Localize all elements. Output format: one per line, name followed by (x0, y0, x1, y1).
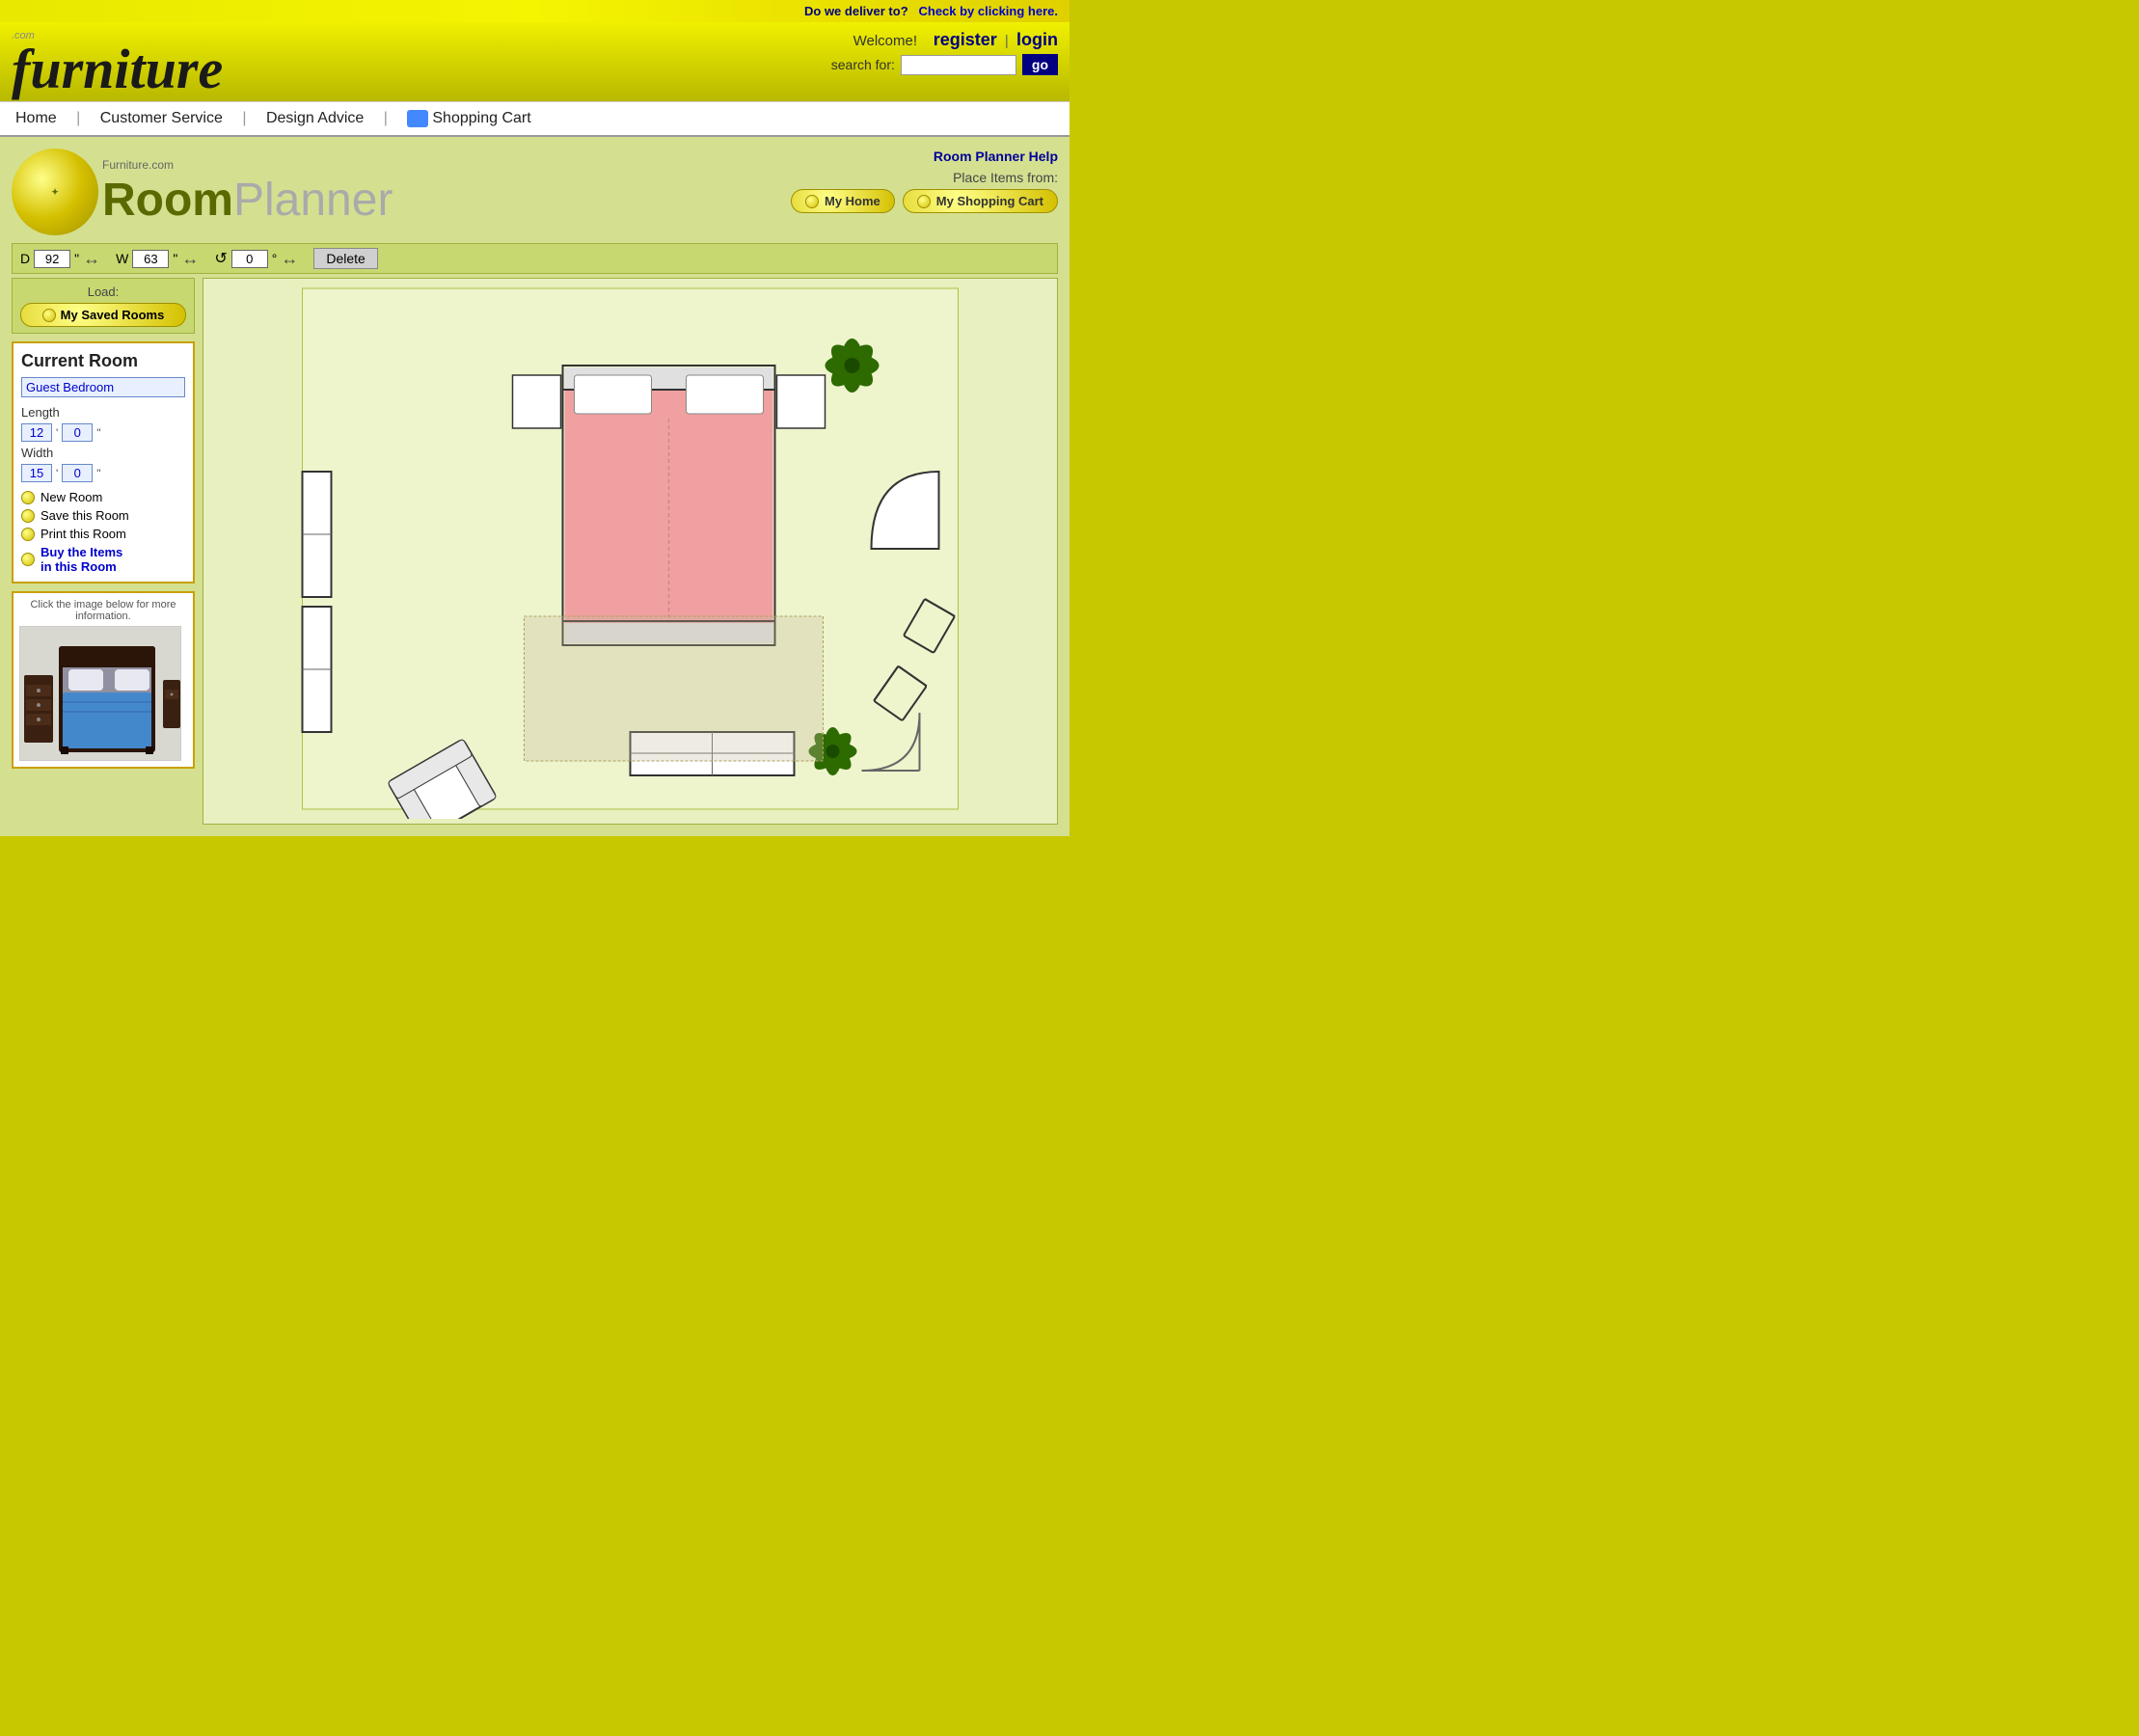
my-saved-rooms-button[interactable]: My Saved Rooms (20, 303, 186, 327)
nav-customer-service[interactable]: Customer Service (85, 110, 238, 127)
place-items-buttons: My Home My Shopping Cart (791, 189, 1058, 213)
product-box[interactable]: Click the image below for more informati… (12, 591, 195, 769)
rotate-icon: ↺ (214, 249, 227, 268)
w-arrow-icon: ↔ (181, 249, 199, 269)
width-in-unit: " (96, 467, 100, 480)
current-room-title: Current Room (21, 351, 185, 371)
search-label: search for: (831, 57, 895, 72)
register-link[interactable]: register (934, 30, 997, 49)
nav-shopping-cart[interactable]: Shopping Cart (392, 110, 546, 127)
dimension-w-group: W " ↔ (116, 249, 199, 269)
room-actions: New Room Save this Room Print this Room … (21, 490, 185, 574)
print-room-item[interactable]: Print this Room (21, 527, 185, 541)
width-in-input[interactable] (62, 464, 93, 482)
length-inputs: ' " (21, 423, 185, 442)
header: .com furniture Welcome! register | login… (0, 22, 1070, 101)
planner-room-title: Room (102, 174, 233, 227)
welcome-text: Welcome! (853, 33, 917, 49)
w-label: W (116, 251, 128, 266)
go-button[interactable]: go (1022, 54, 1058, 75)
planner-logo-circle: ✦ (12, 149, 98, 235)
save-room-dot (21, 509, 35, 523)
d-unit: " (74, 251, 79, 266)
w-unit: " (173, 251, 177, 266)
d-arrow-icon: ↔ (83, 249, 100, 269)
delivery-question: Do we deliver to? (804, 4, 908, 18)
shopping-cart-icon (407, 110, 428, 127)
header-right: Welcome! register | login search for: go (831, 30, 1058, 75)
bed-svg (20, 627, 181, 761)
dimension-d-group: D " ↔ (20, 249, 100, 269)
length-label: Length (21, 405, 64, 420)
length-in-unit: " (96, 426, 100, 440)
d-input[interactable] (34, 250, 70, 268)
room-floor-plan[interactable] (203, 279, 1057, 819)
saved-rooms-dot (42, 309, 56, 322)
my-cart-dot (917, 195, 931, 208)
header-auth: Welcome! register | login (831, 30, 1058, 50)
width-label: Width (21, 446, 64, 460)
planner-planner-title: Planner (233, 174, 393, 227)
planner-header: ✦ Furniture.com Room Planner Room Planne… (12, 149, 1058, 235)
my-home-button[interactable]: My Home (791, 189, 895, 213)
width-inputs: ' " (21, 464, 185, 482)
search-input[interactable] (901, 55, 1016, 75)
room-canvas-wrapper[interactable] (203, 278, 1058, 825)
delete-button[interactable]: Delete (313, 248, 377, 269)
rotate-arrow-icon: ↔ (281, 249, 298, 269)
auth-separator: | (1005, 33, 1009, 49)
width-ft-input[interactable] (21, 464, 52, 482)
buy-items-item[interactable]: Buy the Items in this Room (21, 545, 185, 574)
planner-dotcom: Furniture.com (102, 158, 393, 172)
my-home-dot (805, 195, 819, 208)
new-room-dot (21, 491, 35, 504)
width-row: Width (21, 446, 185, 460)
width-ft-unit: ' (56, 467, 58, 480)
room-planner-help-link[interactable]: Room Planner Help (791, 149, 1058, 164)
product-box-label: Click the image below for more informati… (19, 599, 187, 622)
load-section: Load: My Saved Rooms (12, 278, 195, 334)
planner-logo: ✦ Furniture.com Room Planner (12, 149, 393, 235)
my-shopping-cart-button[interactable]: My Shopping Cart (903, 189, 1058, 213)
length-ft-unit: ' (56, 426, 58, 440)
toolbar-row: D " ↔ W " ↔ ↺ ° ↔ Delete (12, 243, 1058, 274)
rotate-input[interactable] (231, 250, 268, 268)
buy-items-dot (21, 553, 35, 566)
place-items-label: Place Items from: (791, 170, 1058, 185)
current-room-box: Current Room Length ' " Width ' (12, 341, 195, 583)
new-room-item[interactable]: New Room (21, 490, 185, 504)
bottom-bar (0, 836, 1070, 865)
room-name-input[interactable] (21, 377, 185, 397)
planner-right: Room Planner Help Place Items from: My H… (791, 149, 1058, 213)
product-image[interactable] (19, 626, 181, 761)
length-row: Length (21, 405, 185, 420)
logo-main: furniture (12, 41, 223, 97)
length-ft-input[interactable] (21, 423, 52, 442)
delivery-check-link[interactable]: Check by clicking here. (918, 4, 1058, 18)
nav-home[interactable]: Home (15, 110, 72, 127)
login-link[interactable]: login (1016, 30, 1058, 49)
d-label: D (20, 251, 30, 266)
print-room-dot (21, 528, 35, 541)
rotate-group: ↺ ° ↔ (214, 249, 298, 269)
load-label: Load: (20, 285, 186, 299)
w-input[interactable] (132, 250, 169, 268)
rotate-unit: ° (272, 251, 278, 266)
nav-bar: Home | Customer Service | Design Advice … (0, 101, 1070, 137)
planner-title-area: Furniture.com Room Planner (89, 158, 393, 227)
save-room-item[interactable]: Save this Room (21, 508, 185, 523)
lower-section: Load: My Saved Rooms Current Room Length… (12, 278, 1058, 825)
length-in-input[interactable] (62, 423, 93, 442)
sidebar: Load: My Saved Rooms Current Room Length… (12, 278, 195, 825)
search-row: search for: go (831, 54, 1058, 75)
logo-area: .com furniture (12, 30, 223, 97)
delivery-bar: Do we deliver to? Check by clicking here… (0, 0, 1070, 22)
main-content: ✦ Furniture.com Room Planner Room Planne… (0, 137, 1070, 836)
nav-design-advice[interactable]: Design Advice (251, 110, 379, 127)
